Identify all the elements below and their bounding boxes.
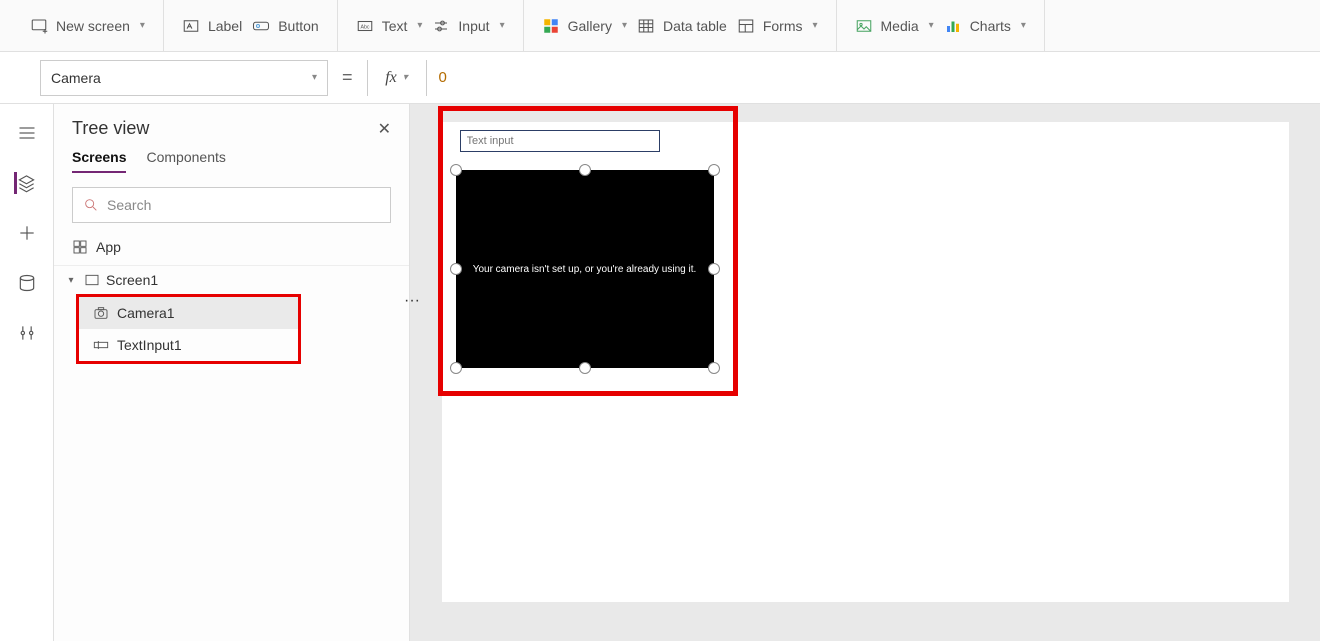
forms-icon: [737, 17, 755, 35]
rail-tools[interactable]: [16, 322, 38, 344]
chevron-down-icon: ▾: [140, 20, 145, 31]
charts-icon: [944, 17, 962, 35]
tree-view-panel: Tree view ✕ Screens Components Search Ap…: [54, 104, 410, 641]
button-button[interactable]: Button: [252, 17, 318, 35]
expand-icon[interactable]: ▾: [64, 275, 78, 286]
plus-icon: [17, 223, 37, 243]
chevron-down-icon: ▾: [622, 20, 627, 31]
screen-icon: [30, 17, 48, 35]
fx-label: fx: [385, 69, 397, 87]
resize-handle-bm[interactable]: [579, 362, 591, 374]
input-label: Input: [458, 18, 489, 34]
resize-handle-tr[interactable]: [708, 164, 720, 176]
tree-app-node[interactable]: App: [54, 229, 409, 266]
media-label: Media: [881, 18, 919, 34]
left-rail: [0, 104, 54, 641]
property-name: Camera: [51, 70, 101, 86]
formula-value: 0: [439, 69, 447, 86]
gallery-icon: [542, 17, 560, 35]
text-button[interactable]: Abc Text ▾: [356, 17, 423, 35]
ribbon-toolbar: New screen ▾ Label Button Abc Text ▾ Inp…: [0, 0, 1320, 52]
resize-handle-mr[interactable]: [708, 263, 720, 275]
label-icon: [182, 17, 200, 35]
gallery-button[interactable]: Gallery ▾: [542, 17, 627, 35]
camera-icon: [93, 305, 109, 321]
camera1-label: Camera1: [117, 305, 175, 321]
textinput-control[interactable]: [460, 130, 660, 152]
formula-input[interactable]: 0: [427, 60, 1320, 96]
more-actions-button[interactable]: ···: [404, 292, 424, 310]
svg-text:Abc: Abc: [360, 24, 369, 30]
chevron-down-icon: ▾: [312, 72, 317, 83]
input-button[interactable]: Input ▾: [432, 17, 504, 35]
tree-search-input[interactable]: Search: [72, 187, 391, 223]
data-table-icon: [637, 17, 655, 35]
tree-view-title: Tree view: [72, 118, 149, 139]
text-icon: Abc: [356, 17, 374, 35]
camera-message: Your camera isn't set up, or you're alre…: [473, 264, 697, 275]
tab-components[interactable]: Components: [146, 149, 225, 173]
chevron-down-icon: ▾: [1021, 20, 1026, 31]
new-screen-button[interactable]: New screen ▾: [30, 17, 145, 35]
search-placeholder: Search: [107, 197, 151, 213]
datatable-button[interactable]: Data table: [637, 17, 727, 35]
rail-data[interactable]: [16, 272, 38, 294]
rail-hamburger[interactable]: [16, 122, 38, 144]
device-screen[interactable]: Your camera isn't set up, or you're alre…: [442, 122, 1289, 602]
equals-sign: =: [342, 67, 353, 88]
datatable-label: Data table: [663, 18, 727, 34]
resize-handle-tm[interactable]: [579, 164, 591, 176]
forms-button[interactable]: Forms ▾: [737, 17, 818, 35]
text-label: Text: [382, 18, 408, 34]
rail-treeview[interactable]: [14, 172, 36, 194]
charts-label: Charts: [970, 18, 1011, 34]
forms-label: Forms: [763, 18, 803, 34]
chevron-down-icon: ▾: [929, 20, 934, 31]
tree-screen1-node[interactable]: ▾ Screen1: [54, 266, 409, 294]
highlight-tree-items: Camera1 TextInput1: [76, 294, 301, 364]
hamburger-icon: [17, 123, 37, 143]
label-label: Label: [208, 18, 242, 34]
resize-handle-ml[interactable]: [450, 263, 462, 275]
textinput-icon: [93, 337, 109, 353]
rail-insert[interactable]: [16, 222, 38, 244]
canvas-area: Your camera isn't set up, or you're alre…: [410, 104, 1320, 641]
layers-icon: [17, 173, 36, 193]
tree-textinput1-node[interactable]: TextInput1: [79, 329, 298, 361]
app-icon: [72, 239, 88, 255]
button-label: Button: [278, 18, 318, 34]
app-label: App: [96, 239, 121, 255]
media-button[interactable]: Media ▾: [855, 17, 934, 35]
textinput1-label: TextInput1: [117, 337, 182, 353]
search-icon: [83, 197, 99, 213]
database-icon: [17, 273, 37, 293]
chevron-down-icon: ▾: [812, 20, 817, 31]
main-area: Tree view ✕ Screens Components Search Ap…: [0, 104, 1320, 641]
ellipsis-icon: ···: [404, 292, 420, 309]
resize-handle-bl[interactable]: [450, 362, 462, 374]
chevron-down-icon: ▾: [500, 20, 505, 31]
camera-control[interactable]: Your camera isn't set up, or you're alre…: [456, 170, 714, 368]
new-screen-label: New screen: [56, 18, 130, 34]
formula-bar: Camera ▾ = fx ▾ 0: [0, 52, 1320, 104]
media-icon: [855, 17, 873, 35]
chevron-down-icon: ▾: [403, 72, 408, 83]
tree-camera1-node[interactable]: Camera1: [79, 297, 298, 329]
tab-screens[interactable]: Screens: [72, 149, 126, 173]
gallery-label: Gallery: [568, 18, 612, 34]
screen-icon: [84, 272, 100, 288]
resize-handle-tl[interactable]: [450, 164, 462, 176]
resize-handle-br[interactable]: [708, 362, 720, 374]
screen1-label: Screen1: [106, 272, 158, 288]
property-selector[interactable]: Camera ▾: [40, 60, 328, 96]
fx-button[interactable]: fx ▾: [367, 60, 427, 96]
label-button[interactable]: Label: [182, 17, 242, 35]
button-icon: [252, 17, 270, 35]
input-icon: [432, 17, 450, 35]
close-icon[interactable]: ✕: [378, 119, 391, 139]
charts-button[interactable]: Charts ▾: [944, 17, 1026, 35]
tools-icon: [17, 323, 37, 343]
chevron-down-icon: ▾: [417, 20, 422, 31]
